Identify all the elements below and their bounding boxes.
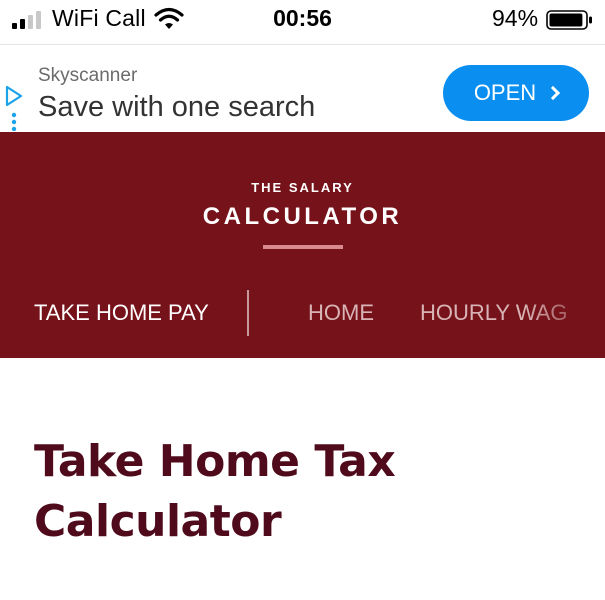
ad-open-label: OPEN: [473, 80, 537, 105]
nav-fade-overlay: [525, 282, 605, 338]
ad-choices-icon[interactable]: [4, 85, 24, 131]
chevron-right-icon: [546, 85, 561, 101]
nav-item-home[interactable]: HOME: [308, 300, 374, 326]
status-bar: WiFi Call 00:56 94%: [0, 0, 605, 42]
logo-main-text: CALCULATOR: [202, 203, 403, 230]
main-nav: TAKE HOME PAY HOME HOURLY WAG: [0, 282, 605, 338]
site-logo[interactable]: THE SALARY CALCULATOR: [0, 180, 605, 249]
battery-percent: 94%: [492, 5, 539, 31]
nav-item-take-home-pay[interactable]: TAKE HOME PAY: [34, 300, 209, 326]
ad-open-button[interactable]: OPEN: [443, 65, 589, 121]
nav-divider: [247, 290, 249, 336]
page-title: Take Home Tax Calculator: [34, 436, 396, 547]
logo-underline: [262, 245, 343, 249]
logo-top-text: THE SALARY: [251, 180, 354, 195]
ad-headline[interactable]: Save with one search: [38, 91, 315, 124]
battery-icon: [546, 10, 592, 30]
site-header: THE SALARY CALCULATOR TAKE HOME PAY HOME…: [0, 132, 605, 358]
ad-brand: Skyscanner: [38, 65, 138, 86]
